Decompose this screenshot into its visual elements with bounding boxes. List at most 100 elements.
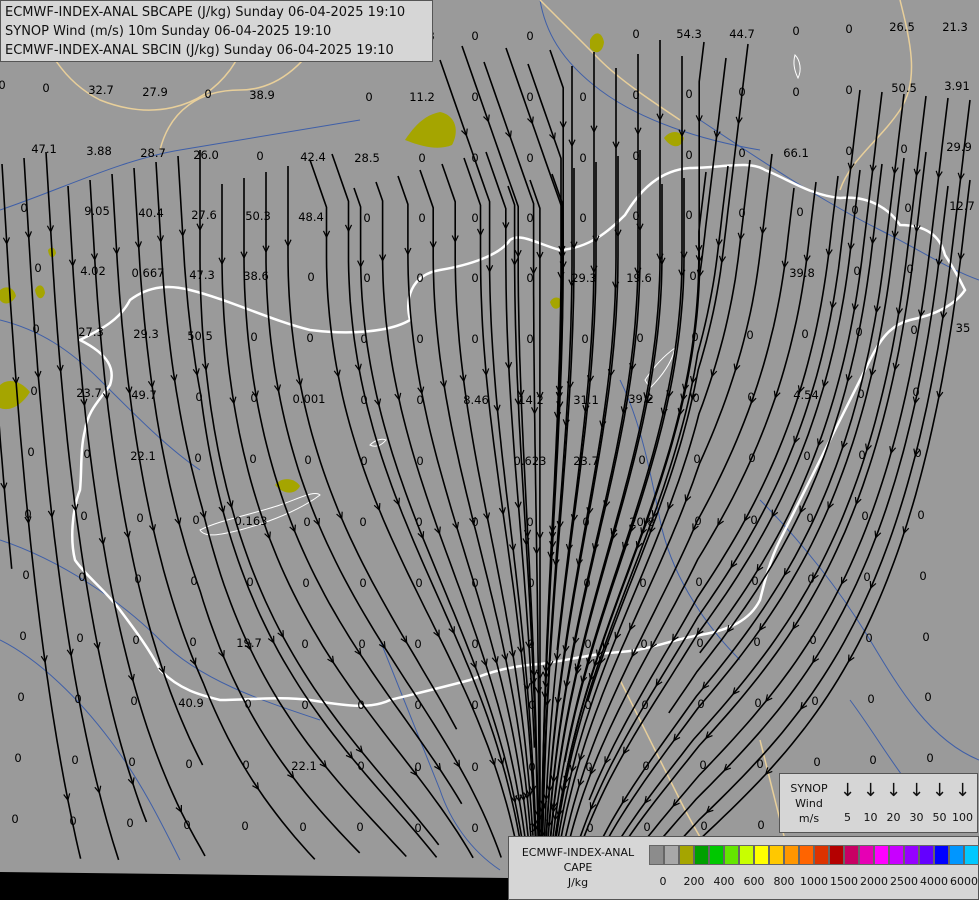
cape-value-label: 3.88 xyxy=(86,144,112,158)
cape-value-label: 0 xyxy=(0,78,6,92)
cape-value-label: 40.9 xyxy=(178,696,204,710)
cape-value-label: 0 xyxy=(685,148,692,162)
wind-speed-label: 50 xyxy=(932,811,947,824)
cape-value-label: 0 xyxy=(17,690,24,704)
cape-color-swatch xyxy=(739,845,754,865)
cape-value-label: 0 xyxy=(360,332,367,346)
cape-tick-label: 2000 xyxy=(860,875,888,888)
cape-color-swatch xyxy=(754,845,769,865)
cape-value-label: 0 xyxy=(11,812,18,826)
cape-value-label: 0 xyxy=(801,327,808,341)
cape-value-label: 0 xyxy=(244,697,251,711)
cape-value-label: 0 xyxy=(757,818,764,832)
cape-color-swatch xyxy=(919,845,934,865)
cape-value-label: 0 xyxy=(190,574,197,588)
cape-value-label: 0 xyxy=(747,390,754,404)
cape-value-label: 0 xyxy=(643,820,650,834)
cape-value-label: 0 xyxy=(756,757,763,771)
cape-value-label: 0 xyxy=(30,384,37,398)
cape-value-label: 0 xyxy=(803,449,810,463)
cape-value-label: 0 xyxy=(691,330,698,344)
cape-color-swatch xyxy=(964,845,979,865)
cape-value-label: 0 xyxy=(584,637,591,651)
cape-value-label: 0 xyxy=(695,575,702,589)
cape-value-label: 29.9 xyxy=(946,140,972,154)
cape-value-label: 0 xyxy=(74,692,81,706)
cape-tick-label: 600 xyxy=(743,875,765,888)
cape-value-label: 0 xyxy=(69,814,76,828)
cape-value-label: 0 xyxy=(904,201,911,215)
cape-value-label: 0 xyxy=(738,206,745,220)
cape-value-label: 0 xyxy=(582,515,589,529)
cape-value-label: 23.7 xyxy=(76,386,102,400)
cape-scale-ticks: 0 200 400 600 800 1000 1500 2000 2500 4000 6000 xyxy=(649,875,979,889)
cape-value-label: 0 xyxy=(242,758,249,772)
cape-value-label: 0 xyxy=(912,385,919,399)
wind-arrow-icon: ↓ xyxy=(931,780,948,801)
cape-color-swatch xyxy=(889,845,904,865)
wind-speed-label: 30 xyxy=(909,811,924,824)
cape-value-label: 0 xyxy=(471,760,478,774)
wind-arrow-icon: ↓ xyxy=(908,780,925,801)
cape-value-label: 0 xyxy=(638,453,645,467)
cape-value-label: 0 xyxy=(863,570,870,584)
cape-value-label: 0 xyxy=(632,149,639,163)
cape-value-label: 39.8 xyxy=(789,266,815,280)
cape-color-swatch xyxy=(829,845,844,865)
cape-value-label: 28.5 xyxy=(354,151,380,165)
cape-value-label: 0 xyxy=(851,203,858,217)
cape-value-label: 54.3 xyxy=(676,27,702,41)
cape-value-label: 0 xyxy=(249,452,256,466)
cape-value-label: 50.5 xyxy=(891,81,917,95)
cape-value-label: 22.1 xyxy=(130,449,156,463)
cape-value-label: 32.7 xyxy=(88,83,114,97)
cape-value-label: 0 xyxy=(692,391,699,405)
cape-value-label: 0 xyxy=(471,576,478,590)
cape-value-label: 0 xyxy=(750,513,757,527)
cape-value-label: 0 xyxy=(738,85,745,99)
weather-map[interactable]: 7.2300054.344.70026.521.30032.727.9038.9… xyxy=(0,0,979,900)
cape-value-label: 0 xyxy=(414,821,421,835)
cape-color-swatch xyxy=(814,845,829,865)
cape-value-label: 0 xyxy=(471,151,478,165)
cape-value-label: 0 xyxy=(636,331,643,345)
cape-color-swatch xyxy=(664,845,679,865)
cape-value-label: 0 xyxy=(641,698,648,712)
cape-value-label: 0 xyxy=(471,332,478,346)
cape-tick-label: 800 xyxy=(773,875,795,888)
cape-tick-label: 400 xyxy=(713,875,735,888)
cape-value-label: 0 xyxy=(526,332,533,346)
cape-value-label: 0 xyxy=(418,151,425,165)
cape-value-label: 0 xyxy=(185,757,192,771)
cape-value-label: 0 xyxy=(415,576,422,590)
cape-value-label: 0 xyxy=(924,690,931,704)
cape-value-label: 4.54 xyxy=(793,388,819,402)
cape-value-label: 0 xyxy=(696,636,703,650)
cape-value-label: 0 xyxy=(415,515,422,529)
cape-value-label: 47.1 xyxy=(31,142,57,156)
cape-value-label: 0 xyxy=(632,27,639,41)
cape-value-label: 39.2 xyxy=(628,392,654,406)
cape-value-label: 0.001 xyxy=(293,392,326,406)
cape-value-label: 28.7 xyxy=(140,146,166,160)
cape-value-label: 0 xyxy=(416,454,423,468)
cape-value-label: 0 xyxy=(861,509,868,523)
cape-value-label: 0 xyxy=(526,271,533,285)
cape-value-label: 0 xyxy=(301,698,308,712)
cape-value-label: 20.8 xyxy=(629,515,655,529)
header-line-synop-wind: SYNOP Wind (m/s) 10m Sunday 06-04-2025 1… xyxy=(5,24,332,39)
cape-color-swatch xyxy=(694,845,709,865)
cape-value-label: 0 xyxy=(685,87,692,101)
cape-tick-label: 0 xyxy=(659,875,667,888)
cape-value-label: 0 xyxy=(189,635,196,649)
cape-value-label: 38.9 xyxy=(249,88,275,102)
cape-tick-label: 6000 xyxy=(950,875,978,888)
cape-color-scale xyxy=(649,845,979,865)
cape-value-label: 47.3 xyxy=(189,268,215,282)
cape-value-label: 12.7 xyxy=(949,199,975,213)
cape-value-label: 0 xyxy=(526,515,533,529)
cape-color-swatch xyxy=(874,845,889,865)
cape-value-label: 23.7 xyxy=(573,454,599,468)
cape-value-label: 0 xyxy=(303,515,310,529)
cape-color-swatch xyxy=(769,845,784,865)
